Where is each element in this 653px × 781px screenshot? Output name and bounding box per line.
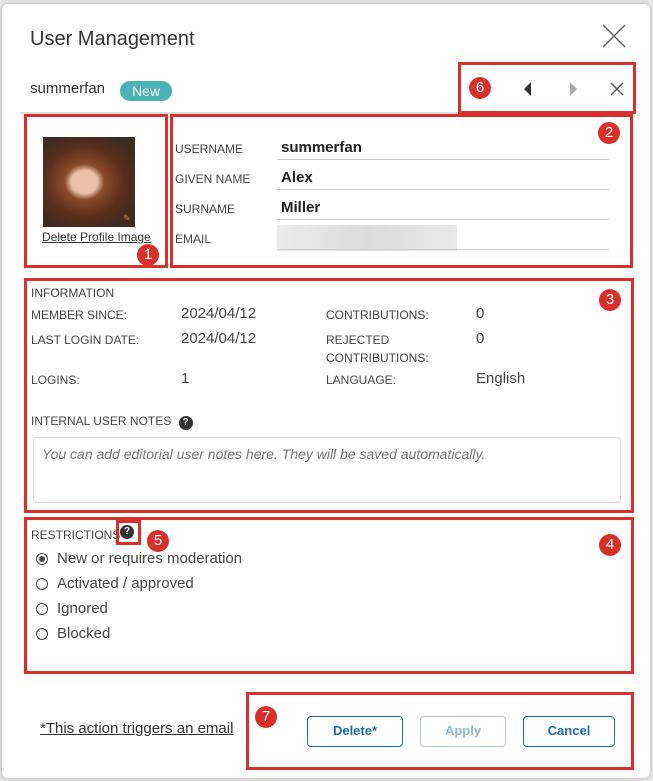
annotation-5: 5 bbox=[147, 530, 169, 552]
contributions-label: CONTRIBUTIONS: bbox=[326, 308, 429, 322]
internal-notes-label: INTERNAL USER NOTES ? bbox=[31, 414, 193, 430]
delete-button[interactable]: Delete* bbox=[307, 716, 403, 747]
surname-field[interactable]: Miller bbox=[281, 199, 320, 216]
restriction-option-label: Blocked bbox=[57, 625, 111, 642]
status-badge: New bbox=[120, 81, 173, 101]
profile-image[interactable] bbox=[43, 137, 135, 227]
member-since-label: MEMBER SINCE: bbox=[31, 308, 128, 322]
rejected-contributions-label-2: CONTRIBUTIONS: bbox=[326, 351, 429, 365]
field-label-username: USERNAME bbox=[175, 142, 244, 156]
annotation-3: 3 bbox=[599, 289, 621, 311]
language-value: English bbox=[476, 370, 526, 387]
logins-label: LOGINS: bbox=[31, 373, 80, 387]
given-name-field[interactable]: Alex bbox=[281, 169, 313, 186]
restriction-option-activated[interactable]: Activated / approved bbox=[36, 575, 194, 592]
user-management-dialog: User Management summerfan New 6 ✎ Delete… bbox=[2, 4, 650, 778]
next-user-icon[interactable] bbox=[567, 81, 579, 97]
restriction-option-moderation[interactable]: New or requires moderation bbox=[36, 550, 242, 567]
close-user-icon[interactable] bbox=[609, 81, 625, 97]
radio-unselected[interactable] bbox=[36, 627, 48, 640]
restriction-option-label: Activated / approved bbox=[57, 575, 194, 592]
surname-underline bbox=[277, 219, 609, 220]
radio-selected[interactable] bbox=[36, 552, 48, 565]
radio-unselected[interactable] bbox=[36, 577, 48, 590]
restriction-option-blocked[interactable]: Blocked bbox=[36, 625, 110, 642]
apply-button[interactable]: Apply bbox=[420, 716, 506, 747]
username-field[interactable]: summerfan bbox=[281, 139, 362, 156]
rejected-contributions-value: 0 bbox=[476, 330, 485, 347]
radio-unselected[interactable] bbox=[36, 602, 48, 615]
delete-profile-image-link[interactable]: Delete Profile Image bbox=[42, 230, 151, 244]
field-label-surname: SURNAME bbox=[175, 202, 236, 216]
annotation-1: 1 bbox=[137, 244, 159, 266]
annotation-2: 2 bbox=[598, 122, 620, 144]
email-underline bbox=[277, 249, 609, 250]
annotation-4: 4 bbox=[599, 534, 621, 556]
annotation-7: 7 bbox=[255, 706, 277, 728]
restrictions-label: RESTRICTIONS bbox=[31, 528, 121, 542]
contributions-value: 0 bbox=[476, 305, 485, 322]
email-trigger-note[interactable]: *This action triggers an email bbox=[40, 720, 233, 737]
restriction-option-label: New or requires moderation bbox=[57, 550, 243, 567]
last-login-value: 2024/04/12 bbox=[181, 330, 257, 347]
field-label-given-name: GIVEN NAME bbox=[175, 172, 251, 186]
restrictions-help-icon[interactable]: ? bbox=[120, 525, 134, 539]
logins-value: 1 bbox=[181, 370, 190, 387]
username-heading: summerfan bbox=[30, 80, 106, 97]
restriction-option-ignored[interactable]: Ignored bbox=[36, 600, 108, 617]
field-label-email: EMAIL bbox=[175, 232, 212, 246]
annotation-6: 6 bbox=[469, 77, 491, 99]
email-field-redacted[interactable] bbox=[277, 225, 457, 251]
restriction-option-label: Ignored bbox=[57, 600, 108, 617]
pencil-icon[interactable]: ✎ bbox=[123, 213, 131, 224]
previous-user-icon[interactable] bbox=[522, 81, 534, 97]
close-dialog-icon[interactable] bbox=[600, 22, 628, 50]
last-login-label: LAST LOGIN DATE: bbox=[31, 333, 140, 347]
language-label: LANGUAGE: bbox=[326, 373, 397, 387]
internal-notes-input[interactable] bbox=[33, 437, 621, 503]
cancel-button[interactable]: Cancel bbox=[523, 716, 615, 747]
information-heading: INFORMATION bbox=[31, 286, 115, 300]
given-name-underline bbox=[277, 189, 609, 190]
rejected-contributions-label-1: REJECTED bbox=[326, 333, 390, 347]
member-since-value: 2024/04/12 bbox=[181, 305, 257, 322]
dialog-title: User Management bbox=[30, 28, 195, 50]
internal-notes-label-text: INTERNAL USER NOTES bbox=[31, 414, 172, 428]
help-icon[interactable]: ? bbox=[178, 416, 193, 430]
username-underline bbox=[277, 159, 609, 160]
